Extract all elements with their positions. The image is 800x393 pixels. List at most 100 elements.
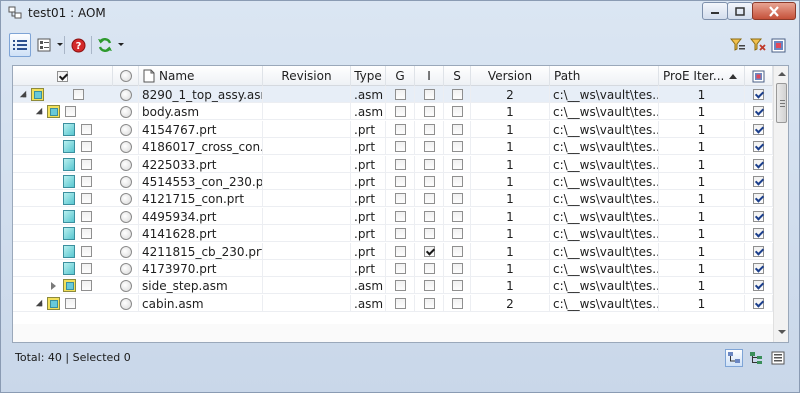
checkout-checkbox[interactable] (753, 228, 764, 239)
scroll-up-icon[interactable] (778, 72, 786, 76)
header-iter[interactable]: ProE Iter... (659, 66, 745, 86)
checkout-checkbox[interactable] (753, 141, 764, 152)
row-select-checkbox[interactable] (81, 124, 92, 135)
table-row[interactable]: 4211815_cb_230.prt .prt 1 c:\__ws\vault\tes… (13, 243, 773, 260)
row-radio[interactable] (119, 123, 132, 136)
header-name[interactable]: Name (139, 66, 263, 86)
i-checkbox[interactable] (423, 176, 435, 187)
filter-clear-button[interactable] (747, 33, 769, 57)
row-select-checkbox[interactable] (73, 89, 84, 100)
row-radio[interactable] (119, 192, 132, 205)
row-radio[interactable] (119, 279, 132, 292)
g-checkbox[interactable] (394, 106, 406, 117)
row-radio[interactable] (119, 140, 132, 153)
panel-settings-button[interactable] (767, 33, 789, 57)
row-select-checkbox[interactable] (81, 141, 92, 152)
checkout-checkbox[interactable] (753, 263, 764, 274)
table-row[interactable]: 4225033.prt .prt 1 c:\__ws\vault\tes... 1 (13, 156, 773, 173)
s-checkbox[interactable] (451, 124, 463, 135)
row-select-checkbox[interactable] (81, 246, 92, 257)
i-checkbox[interactable] (423, 193, 435, 204)
s-checkbox[interactable] (451, 298, 463, 309)
checkout-checkbox[interactable] (753, 211, 764, 222)
close-button[interactable] (752, 2, 796, 20)
s-checkbox[interactable] (451, 246, 463, 257)
i-checkbox[interactable] (423, 228, 435, 239)
minimize-button[interactable] (702, 2, 728, 20)
i-checkbox[interactable] (423, 124, 435, 135)
checkout-checkbox[interactable] (753, 246, 764, 257)
row-radio[interactable] (119, 262, 132, 275)
g-checkbox[interactable] (394, 246, 406, 257)
row-select-checkbox[interactable] (81, 176, 92, 187)
g-checkbox[interactable] (394, 89, 406, 100)
header-type[interactable]: Type (351, 66, 386, 86)
select-all-checkbox[interactable] (57, 70, 68, 82)
checkout-checkbox[interactable] (753, 89, 764, 100)
s-checkbox[interactable] (451, 159, 463, 170)
table-row[interactable]: 4173970.prt .prt 1 c:\__ws\vault\tes... 1 (13, 260, 773, 277)
g-checkbox[interactable] (394, 159, 406, 170)
help-button[interactable]: ? (67, 33, 89, 57)
header-radio[interactable] (113, 66, 139, 86)
g-checkbox[interactable] (394, 280, 406, 291)
i-checkbox[interactable] (423, 263, 435, 274)
collapse-arrow-icon[interactable] (35, 299, 43, 307)
i-checkbox[interactable] (423, 159, 435, 170)
s-checkbox[interactable] (451, 89, 463, 100)
collapse-arrow-icon[interactable] (35, 107, 43, 115)
collapse-arrow-icon[interactable] (19, 90, 27, 98)
checkout-checkbox[interactable] (753, 298, 764, 309)
row-radio[interactable] (119, 105, 132, 118)
refresh-button[interactable] (94, 33, 116, 57)
i-checkbox[interactable] (423, 89, 435, 100)
row-select-checkbox[interactable] (65, 106, 76, 117)
i-checkbox[interactable] (423, 280, 435, 291)
details-view-button[interactable] (769, 349, 787, 367)
i-checkbox[interactable] (423, 211, 435, 222)
g-checkbox[interactable] (394, 263, 406, 274)
header-s[interactable]: S (444, 66, 471, 86)
table-row[interactable]: 4121715_con.prt .prt 1 c:\__ws\vault\tes...… (13, 190, 773, 207)
row-select-checkbox[interactable] (65, 298, 76, 309)
i-checkbox[interactable] (423, 141, 435, 152)
s-checkbox[interactable] (451, 228, 463, 239)
row-radio[interactable] (119, 158, 132, 171)
maximize-button[interactable] (727, 2, 753, 20)
table-row[interactable]: 4514553_con_230.prt .prt 1 c:\__ws\vault\te… (13, 173, 773, 190)
vertical-scrollbar[interactable] (773, 66, 788, 342)
header-select-all[interactable] (13, 66, 113, 86)
column-chooser-dropdown[interactable] (57, 43, 63, 46)
s-checkbox[interactable] (451, 106, 463, 117)
table-row[interactable]: side_step.asm .asm 1 c:\__ws\vault\tes... 1 (13, 277, 773, 294)
s-checkbox[interactable] (451, 176, 463, 187)
list-view-button[interactable] (9, 33, 31, 57)
row-radio[interactable] (119, 210, 132, 223)
i-checkbox[interactable] (423, 106, 435, 117)
row-select-checkbox[interactable] (81, 193, 92, 204)
tree-view-button[interactable] (725, 349, 743, 367)
table-row[interactable]: 4186017_cross_con... .prt 1 c:\__ws\vault\t… (13, 138, 773, 155)
s-checkbox[interactable] (451, 280, 463, 291)
g-checkbox[interactable] (394, 124, 406, 135)
table-row[interactable]: 8290_1_top_assy.asm .asm 2 c:\__ws\vault\te… (13, 86, 773, 103)
row-radio[interactable] (119, 227, 132, 240)
g-checkbox[interactable] (394, 228, 406, 239)
scroll-down-icon[interactable] (778, 330, 786, 334)
checkout-checkbox[interactable] (753, 106, 764, 117)
table-row[interactable]: body.asm .asm 1 c:\__ws\vault\tes... 1 (13, 103, 773, 120)
i-checkbox[interactable] (423, 298, 435, 309)
title-bar[interactable]: test01 : AOM (1, 1, 799, 25)
checkout-checkbox[interactable] (753, 176, 764, 187)
filter-button[interactable] (727, 33, 749, 57)
g-checkbox[interactable] (394, 193, 406, 204)
g-checkbox[interactable] (394, 176, 406, 187)
row-radio[interactable] (119, 175, 132, 188)
checkout-checkbox[interactable] (753, 124, 764, 135)
row-select-checkbox[interactable] (81, 211, 92, 222)
g-checkbox[interactable] (394, 211, 406, 222)
header-i[interactable]: I (415, 66, 444, 86)
g-checkbox[interactable] (394, 298, 406, 309)
row-select-checkbox[interactable] (81, 228, 92, 239)
header-checkout[interactable] (745, 66, 773, 86)
